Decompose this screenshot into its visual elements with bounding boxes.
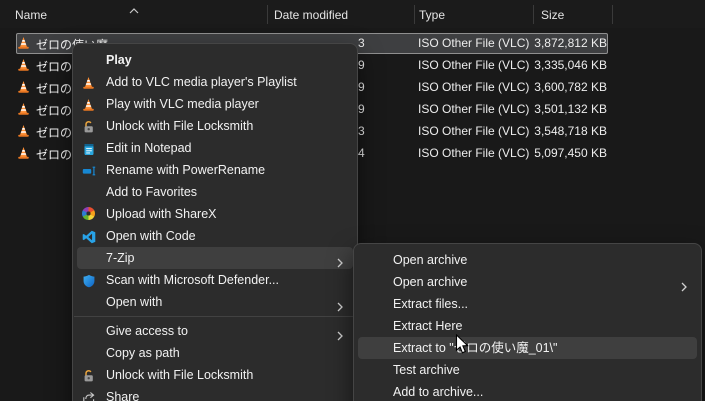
file-name: ゼロの (36, 60, 73, 74)
menu-separator (74, 316, 356, 317)
column-header-date-modified[interactable]: Date modified (274, 0, 348, 28)
menu-item-copy-as-path[interactable]: Copy as path (77, 342, 353, 364)
menu-item-edit-in-notepad[interactable]: Edit in Notepad (77, 137, 353, 159)
chevron-up-icon (129, 1, 139, 19)
menu-item-give-access-to[interactable]: Give access to (77, 320, 353, 342)
file-name: ゼロの (36, 104, 73, 118)
submenu-item-test-archive[interactable]: Test archive (358, 359, 697, 381)
context-menu: Play Add to VLC media player's Playlist … (72, 43, 358, 401)
chevron-right-icon (337, 297, 343, 319)
file-size: 5,097,450 KB (534, 146, 607, 160)
menu-item-unlock-file-locksmith-2[interactable]: Unlock with File Locksmith (77, 364, 353, 386)
column-header-size[interactable]: Size (541, 0, 564, 28)
vlc-cone-icon (17, 58, 30, 75)
vlc-cone-icon (82, 75, 96, 89)
file-date-partial: 9 (358, 58, 365, 72)
submenu-item-extract-files[interactable]: Extract files... (358, 293, 697, 315)
column-divider[interactable] (267, 5, 268, 24)
vlc-cone-icon (17, 80, 30, 97)
vlc-cone-icon (17, 146, 30, 163)
file-explorer-window: Name Date modified Type Size ゼロの使い魔 3 IS… (0, 0, 705, 401)
column-divider[interactable] (533, 5, 534, 24)
file-size: 3,600,782 KB (534, 80, 607, 94)
file-date-partial: 3 (358, 36, 365, 50)
sharex-icon (82, 207, 96, 221)
menu-item-upload-with-sharex[interactable]: Upload with ShareX (77, 203, 353, 225)
vlc-cone-icon (17, 102, 30, 119)
file-date-partial: 4 (358, 146, 365, 160)
menu-item-rename-with-powerrename[interactable]: Rename with PowerRename (77, 159, 353, 181)
menu-item-scan-with-defender[interactable]: Scan with Microsoft Defender... (77, 269, 353, 291)
7zip-submenu: Open archive Open archive Extract files.… (353, 243, 702, 401)
menu-item-add-to-vlc-playlist[interactable]: Add to VLC media player's Playlist (77, 71, 353, 93)
file-name: ゼロの (36, 148, 73, 162)
menu-item-7zip[interactable]: 7-Zip (77, 247, 353, 269)
column-header-type[interactable]: Type (419, 0, 445, 28)
file-date-partial: 9 (358, 80, 365, 94)
submenu-item-open-archive[interactable]: Open archive (358, 249, 697, 271)
menu-item-open-with[interactable]: Open with (77, 291, 353, 313)
submenu-item-extract-to[interactable]: Extract to "ゼロの使い魔_01\" (358, 337, 697, 359)
notepad-icon (82, 141, 96, 155)
defender-shield-icon (82, 273, 96, 288)
rename-icon (82, 163, 96, 177)
unlock-icon (82, 119, 96, 133)
file-size: 3,872,812 KB (534, 36, 607, 50)
vlc-cone-icon (17, 124, 30, 141)
file-size: 3,335,046 KB (534, 58, 607, 72)
file-name: ゼロの (36, 82, 73, 96)
menu-item-share[interactable]: Share (77, 386, 353, 401)
share-icon (82, 390, 96, 401)
column-divider[interactable] (414, 5, 415, 24)
menu-item-add-to-favorites[interactable]: Add to Favorites (77, 181, 353, 203)
vlc-cone-icon (82, 97, 96, 111)
unlock-icon (82, 368, 96, 382)
mouse-cursor (455, 333, 471, 361)
menu-item-open-with-code[interactable]: Open with Code (77, 225, 353, 247)
vscode-icon (82, 229, 96, 244)
submenu-item-extract-here[interactable]: Extract Here (358, 315, 697, 337)
file-size: 3,501,132 KB (534, 102, 607, 116)
menu-item-play-with-vlc[interactable]: Play with VLC media player (77, 93, 353, 115)
vlc-cone-icon (17, 36, 30, 53)
column-header-bar: Name Date modified Type Size (0, 0, 705, 28)
menu-item-play[interactable]: Play (77, 49, 353, 71)
menu-item-unlock-file-locksmith[interactable]: Unlock with File Locksmith (77, 115, 353, 137)
column-header-name[interactable]: Name (15, 0, 47, 28)
submenu-item-add-to-archive[interactable]: Add to archive... (358, 381, 697, 401)
column-divider[interactable] (612, 5, 613, 24)
file-name: ゼロの (36, 126, 73, 140)
file-size: 3,548,718 KB (534, 124, 607, 138)
file-date-partial: 3 (358, 124, 365, 138)
file-date-partial: 9 (358, 102, 365, 116)
submenu-item-open-archive-2[interactable]: Open archive (358, 271, 697, 293)
